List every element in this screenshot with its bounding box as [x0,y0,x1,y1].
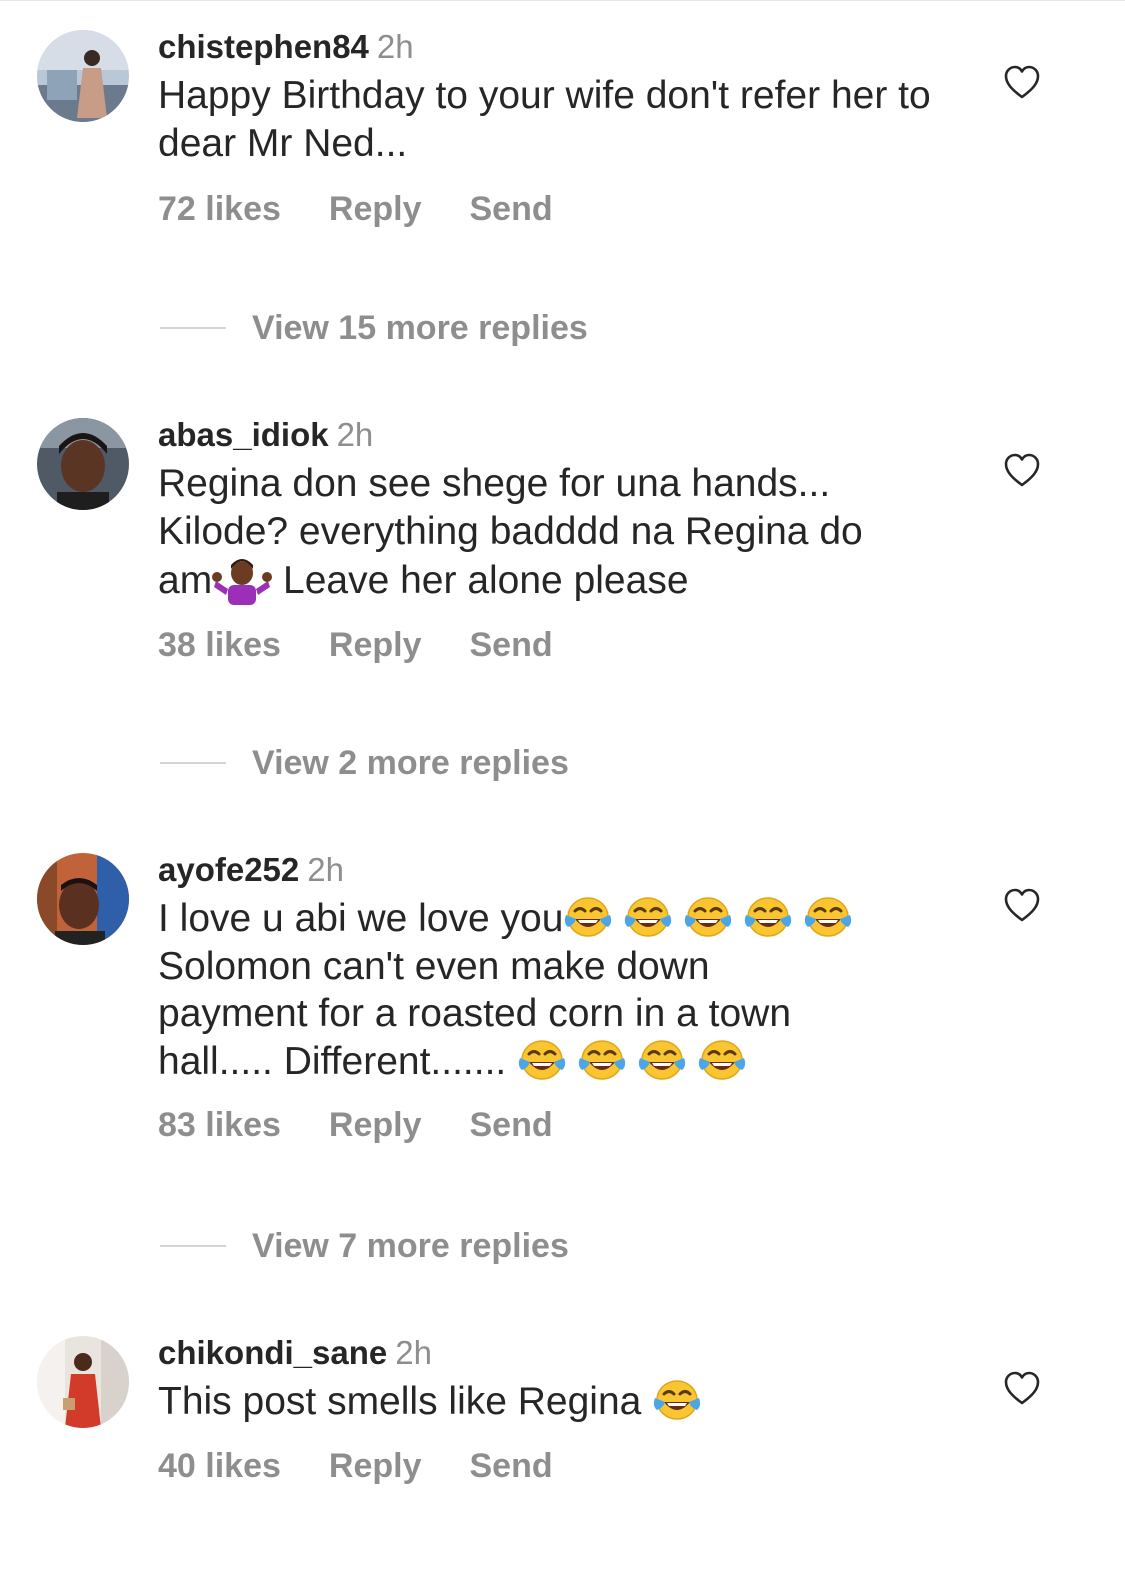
avatar[interactable] [37,30,129,122]
comment-meta: chistephen84 2h [158,27,978,67]
laugh-emoji [652,1378,702,1422]
avatar[interactable] [37,1336,129,1428]
comment-text-line: Solomon can't even make down [158,944,710,988]
comment-actions: 40 likes Reply Send [158,1446,978,1486]
likes-count[interactable]: 83 likes [158,1105,281,1145]
comment-text: I love u abi we love you Solomon can't e… [158,895,978,1085]
comment-actions: 72 likes Reply Send [158,189,978,229]
comment-text-line: Leave her alone please [272,559,689,602]
comment-actions: 83 likes Reply Send [158,1105,978,1145]
laugh-emoji-group [563,895,854,939]
view-more-replies-button[interactable]: View 7 more replies [160,1226,569,1266]
comment-text: Happy Birthday to your wife don't refer … [158,74,931,165]
send-button[interactable]: Send [469,625,552,665]
comment-body: chistephen84 2h Happy Birthday to your wi… [158,27,978,229]
heart-icon[interactable] [1003,1370,1041,1406]
reply-button[interactable]: Reply [329,1105,422,1145]
username[interactable]: chistephen84 [158,28,369,65]
view-more-replies-button[interactable]: View 2 more replies [160,743,569,783]
heart-icon[interactable] [1003,887,1041,923]
comment-text-line: am [158,559,213,602]
timestamp: 2h [336,416,374,453]
comment-meta: ayofe252 2h [158,850,978,890]
likes-count[interactable]: 40 likes [158,1446,281,1486]
comment-text-line: Regina don see shege for una hands... [158,462,831,505]
comment-text-line: I love u abi we love you [158,897,564,940]
view-replies-label: View 7 more replies [252,1227,569,1265]
comment-text-line: payment for a roasted corn in a town [158,992,792,1035]
reply-button[interactable]: Reply [329,625,422,665]
comments-list: chistephen84 2h Happy Birthday to your wi… [0,0,1125,1588]
comment-body: ayofe252 2h I love u abi we love you Solo… [158,850,978,1145]
timestamp: 2h [376,28,414,65]
comment-text: Regina don see shege for una hands... Ki… [158,460,978,605]
likes-count[interactable]: 38 likes [158,625,281,665]
divider [160,762,226,765]
username[interactable]: chikondi_sane [158,1334,387,1371]
send-button[interactable]: Send [469,1105,552,1145]
avatar[interactable] [37,418,129,510]
likes-count[interactable]: 72 likes [158,189,281,229]
reply-button[interactable]: Reply [329,1446,422,1486]
avatar[interactable] [37,853,129,945]
comment-meta: abas_idiok 2h [158,415,978,455]
view-replies-label: View 2 more replies [252,744,569,782]
username[interactable]: abas_idiok [158,416,329,453]
divider [160,327,226,330]
heart-icon[interactable] [1003,64,1041,100]
divider [160,1245,226,1248]
comment-text-line: hall..... Different....... [158,1039,518,1083]
comment-text-line: This post smells like Regina [158,1380,653,1423]
send-button[interactable]: Send [469,1446,552,1486]
view-more-replies-button[interactable]: View 15 more replies [160,308,588,348]
username[interactable]: ayofe252 [158,851,299,888]
reply-button[interactable]: Reply [329,189,422,229]
comment-body: abas_idiok 2h Regina don see shege for un… [158,415,978,665]
comment-body: chikondi_sane 2h This post smells like Re… [158,1333,978,1486]
heart-icon[interactable] [1003,452,1041,488]
laugh-emoji-group [517,1038,747,1082]
timestamp: 2h [395,1334,432,1371]
comment-meta: chikondi_sane 2h [158,1333,978,1373]
view-replies-label: View 15 more replies [252,309,588,347]
comment-text: This post smells like Regina [158,1378,978,1426]
comment-actions: 38 likes Reply Send [158,625,978,665]
send-button[interactable]: Send [469,189,552,229]
timestamp: 2h [307,851,344,888]
person-shrugging-emoji [212,555,273,605]
comment-text-line: Kilode? everything badddd na Regina do [158,509,863,553]
